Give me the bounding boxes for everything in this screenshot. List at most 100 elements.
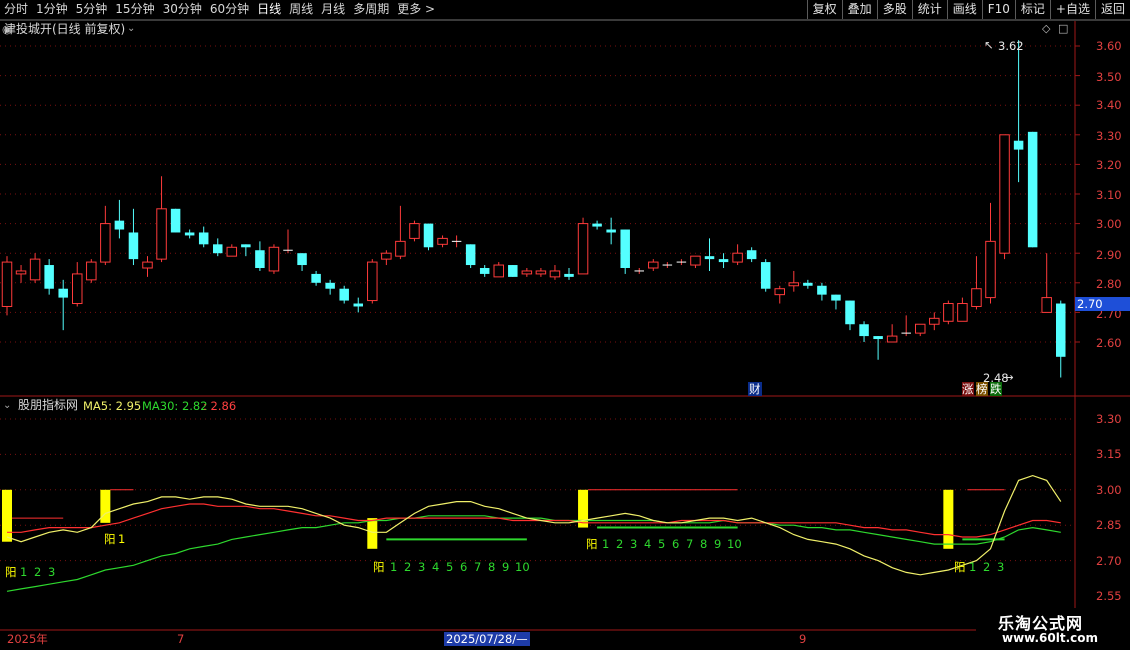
candle-body — [915, 323, 926, 334]
stock-title[interactable]: 津投城开(日线 前复权) — [4, 22, 125, 36]
signal-count: 6 — [460, 560, 468, 574]
candle-body — [788, 282, 800, 287]
signal-count: 3 — [630, 537, 638, 551]
candle-body — [213, 244, 223, 254]
tab-daily[interactable]: 日线 — [253, 0, 285, 19]
signal-count: 7 — [474, 560, 482, 574]
signal-count: 5 — [658, 537, 666, 551]
candle-body — [620, 229, 630, 268]
tab-more[interactable]: 更多 > — [393, 0, 439, 19]
tab-timeshare[interactable]: 分时 — [0, 0, 32, 19]
signal-bar — [367, 518, 378, 549]
low-arrow-icon: → — [1004, 370, 1014, 384]
multi-stock-button[interactable]: 多股 — [876, 0, 912, 19]
signal-count: 4 — [432, 560, 440, 574]
candle-body — [564, 273, 574, 277]
candle-body — [859, 324, 869, 337]
signal-count: 3 — [997, 560, 1005, 574]
candle-body — [886, 335, 898, 343]
signal-count: 2 — [983, 560, 991, 574]
candle-body — [409, 223, 420, 239]
tab-1min[interactable]: 1分钟 — [32, 0, 72, 19]
statistics-button[interactable]: 统计 — [911, 0, 947, 19]
tab-15min[interactable]: 15分钟 — [111, 0, 158, 19]
candle-body — [971, 288, 982, 307]
candle-body — [493, 264, 504, 278]
chevron-down-icon[interactable]: ⌄ — [127, 22, 135, 36]
candles — [1, 40, 1066, 378]
candle-body — [44, 265, 54, 289]
candle-body — [704, 256, 715, 260]
indicator-tick: 2.55 — [1096, 589, 1122, 603]
f10-button[interactable]: F10 — [981, 0, 1015, 19]
candle-body — [606, 229, 616, 233]
candle-body — [1041, 297, 1052, 313]
draw-line-button[interactable]: 画线 — [946, 0, 982, 19]
signal-bar — [943, 489, 954, 549]
candle-body — [577, 223, 589, 275]
board-event-tag[interactable]: 榜 — [976, 382, 988, 396]
signal-bar — [2, 489, 12, 542]
tab-60min[interactable]: 60分钟 — [206, 0, 253, 19]
high-arrow-icon: ↖ — [984, 38, 994, 52]
price-tick: 3.60 — [1096, 39, 1122, 53]
candle-body — [86, 261, 97, 281]
candle-body — [943, 303, 954, 322]
candle-body — [648, 261, 659, 269]
signal-count: 4 — [644, 537, 652, 551]
finance-event-tag[interactable]: 财 — [748, 382, 762, 396]
tab-30min[interactable]: 30分钟 — [159, 0, 206, 19]
candle-body — [255, 250, 265, 268]
candle-body — [718, 259, 729, 263]
stock-chart[interactable] — [0, 20, 1130, 650]
signal-count: 7 — [686, 537, 694, 551]
signal-count: 3 — [418, 560, 426, 574]
restore-rights-button[interactable]: 复权 — [806, 0, 842, 19]
extra-line — [7, 503, 1061, 538]
signal-yang-label: 阳 — [104, 532, 116, 546]
tab-multi-period[interactable]: 多周期 — [349, 0, 393, 19]
tab-monthly[interactable]: 月线 — [317, 0, 349, 19]
tab-5min[interactable]: 5分钟 — [72, 0, 112, 19]
rise-event-tag[interactable]: 涨 — [962, 382, 974, 396]
candle-body — [241, 244, 251, 248]
candle-body — [170, 208, 181, 233]
price-tick: 3.40 — [1096, 98, 1122, 112]
tab-weekly[interactable]: 周线 — [285, 0, 317, 19]
candle-body — [339, 288, 349, 301]
candle-body — [395, 240, 406, 257]
mark-button[interactable]: 标记 — [1014, 0, 1050, 19]
square-icon[interactable]: □ — [1058, 22, 1068, 36]
candle-body — [156, 208, 167, 260]
candle-body — [831, 294, 841, 301]
watermark-line2: www.60lt.com — [1002, 631, 1099, 645]
candle-body — [985, 240, 996, 299]
back-button[interactable]: 返回 — [1094, 0, 1130, 19]
indicator-title-icon[interactable]: ⌄ — [3, 399, 11, 413]
panel-frame — [0, 20, 1130, 650]
time-axis-year: 2025年 — [7, 632, 48, 646]
period-toolbar: 分时 1分钟 5分钟 15分钟 30分钟 60分钟 日线 周线 月线 多周期 更… — [0, 0, 1130, 20]
signal-count: 3 — [48, 565, 56, 579]
price-tick: 2.60 — [1096, 336, 1122, 350]
add-watchlist-button[interactable]: +自选 — [1049, 0, 1095, 19]
candle-body — [690, 255, 701, 266]
candle-body — [549, 270, 561, 278]
candle-body — [325, 282, 335, 289]
signal-count: 2 — [34, 565, 42, 579]
candle-body — [184, 232, 195, 236]
candle-body — [58, 288, 68, 298]
candle-body — [1027, 131, 1038, 248]
signal-count: 10 — [727, 537, 742, 551]
candle-body — [1056, 303, 1066, 357]
price-tick: 3.00 — [1096, 217, 1122, 231]
candle-body — [508, 265, 518, 277]
indicator-title[interactable]: 股朋指标网 — [18, 398, 78, 412]
overlay-button[interactable]: 叠加 — [841, 0, 877, 19]
indicator-tick: 3.15 — [1096, 447, 1122, 461]
fall-event-tag[interactable]: 跌 — [990, 382, 1002, 396]
candle-body — [311, 273, 321, 283]
candle-body — [1013, 140, 1024, 150]
signal-yang-label: 阳 — [954, 560, 966, 574]
diamond-icon[interactable]: ◇ — [1042, 22, 1050, 36]
